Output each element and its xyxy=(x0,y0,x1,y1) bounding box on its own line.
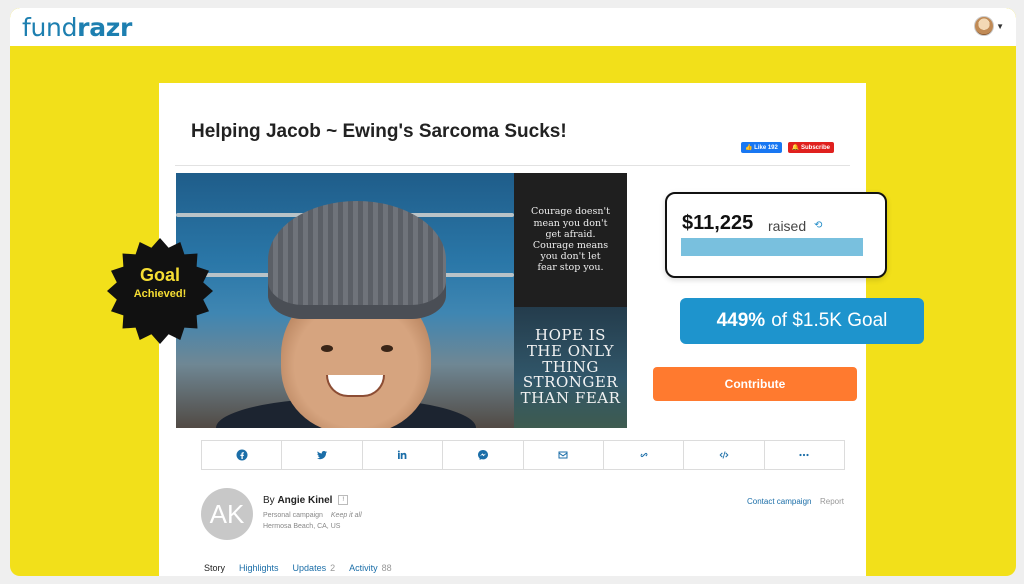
user-menu-button[interactable]: ▼ xyxy=(974,16,1004,36)
campaign-photo xyxy=(176,173,514,428)
share-messenger-button[interactable] xyxy=(443,441,524,469)
hope-text: HOPE IS THE ONLY THING STRONGER THAN FEA… xyxy=(520,326,621,408)
embed-icon xyxy=(719,451,729,459)
tab-count: 2 xyxy=(330,563,336,573)
tab-label: Updates xyxy=(292,563,327,573)
badge-achieved: Achieved! xyxy=(133,288,187,300)
logo-fund: fund xyxy=(22,13,78,42)
photo-eye xyxy=(381,345,393,352)
share-link-button[interactable] xyxy=(604,441,685,469)
share-more-button[interactable] xyxy=(765,441,844,469)
tab-count: 88 xyxy=(381,563,392,573)
goal-achieved-badge: Goal Achieved! xyxy=(106,237,214,345)
campaign-type: Personal campaign Keep it all xyxy=(263,512,362,519)
chevron-down-icon: ▼ xyxy=(996,21,1004,31)
report-link[interactable]: Report xyxy=(820,497,844,506)
campaign-title: Helping Jacob ~ Ewing's Sarcoma Sucks! xyxy=(191,121,567,142)
share-email-button[interactable] xyxy=(524,441,604,469)
facebook-like-label: Like 192 xyxy=(754,145,778,151)
info-icon[interactable]: ! xyxy=(338,495,349,506)
goal-progress-pill: 449% of $1.5K Goal xyxy=(680,298,924,344)
raised-card: $11,225 raised ⟲ xyxy=(665,192,887,278)
quote-panel: Courage doesn't mean you don't get afrai… xyxy=(514,173,627,307)
campaign-tabs: Story Highlights Updates 2 Activity 88 xyxy=(204,563,392,573)
share-twitter-button[interactable] xyxy=(282,441,363,469)
goal-percent: 449% xyxy=(716,310,766,331)
logo-razr: razr xyxy=(77,13,133,42)
contact-campaign-link[interactable]: Contact campaign xyxy=(747,497,811,506)
campaign-card: Helping Jacob ~ Ewing's Sarcoma Sucks! 👍… xyxy=(159,83,924,576)
owner-avatar[interactable]: AK xyxy=(201,488,253,540)
badge-text: Goal Achieved! xyxy=(106,265,214,300)
user-avatar-icon xyxy=(974,16,995,36)
top-navbar: fundrazr ▼ xyxy=(10,8,1016,46)
raised-amount: $11,225 xyxy=(682,212,754,234)
refresh-icon[interactable]: ⟲ xyxy=(814,220,822,231)
tab-updates[interactable]: Updates 2 xyxy=(293,563,336,573)
fundrazr-logo[interactable]: fundrazr xyxy=(22,13,132,42)
owner-name[interactable]: Angie Kinel xyxy=(277,495,332,506)
share-bar xyxy=(201,440,845,470)
photo-beanie xyxy=(268,201,446,319)
tab-activity[interactable]: Activity 88 xyxy=(349,563,392,573)
share-facebook-button[interactable] xyxy=(202,441,283,469)
raised-label: raised xyxy=(768,218,807,234)
link-icon xyxy=(640,452,648,458)
keep-it-all-label: Keep it all xyxy=(330,512,362,519)
photo-eye xyxy=(321,345,333,352)
by-prefix: By xyxy=(263,495,275,506)
goal-text: of $1.5K Goal xyxy=(771,310,888,331)
facebook-like-button[interactable]: 👍 Like 192 xyxy=(741,142,782,153)
contribute-button[interactable]: Contribute xyxy=(653,367,857,401)
badge-goal: Goal xyxy=(139,265,180,285)
email-icon xyxy=(558,451,568,459)
campaign-media[interactable]: Courage doesn't mean you don't get afrai… xyxy=(176,173,627,428)
owner-location: Hermosa Beach, CA, US xyxy=(263,523,341,530)
quote-text: Courage doesn't mean you don't get afrai… xyxy=(531,206,610,274)
progress-bar-fill xyxy=(681,238,863,256)
hope-panel: HOPE IS THE ONLY THING STRONGER THAN FEA… xyxy=(514,307,627,428)
tab-label: Activity xyxy=(349,563,378,573)
twitter-icon xyxy=(317,450,328,460)
divider xyxy=(175,165,850,166)
progress-bar xyxy=(681,238,863,256)
page-frame: fundrazr ▼ Helping Jacob ~ Ewing's Sarco… xyxy=(10,8,1016,576)
campaign-type-label: Personal campaign xyxy=(263,512,323,519)
subscribe-button[interactable]: 🔔 Subscribe xyxy=(787,142,834,153)
subscribe-label: Subscribe xyxy=(800,145,830,151)
linkedin-icon xyxy=(398,450,407,459)
owner-byline: By Angie Kinel ! xyxy=(263,495,349,506)
tab-label: Highlights xyxy=(239,563,279,573)
more-icon xyxy=(799,453,809,457)
tab-story[interactable]: Story xyxy=(204,563,225,573)
tab-highlights[interactable]: Highlights xyxy=(239,563,279,573)
tab-label: Story xyxy=(204,563,226,573)
social-top-buttons: 👍 Like 192 🔔 Subscribe xyxy=(741,142,834,153)
facebook-icon xyxy=(236,449,248,461)
share-embed-button[interactable] xyxy=(684,441,765,469)
share-linkedin-button[interactable] xyxy=(363,441,444,469)
messenger-icon xyxy=(477,450,488,460)
